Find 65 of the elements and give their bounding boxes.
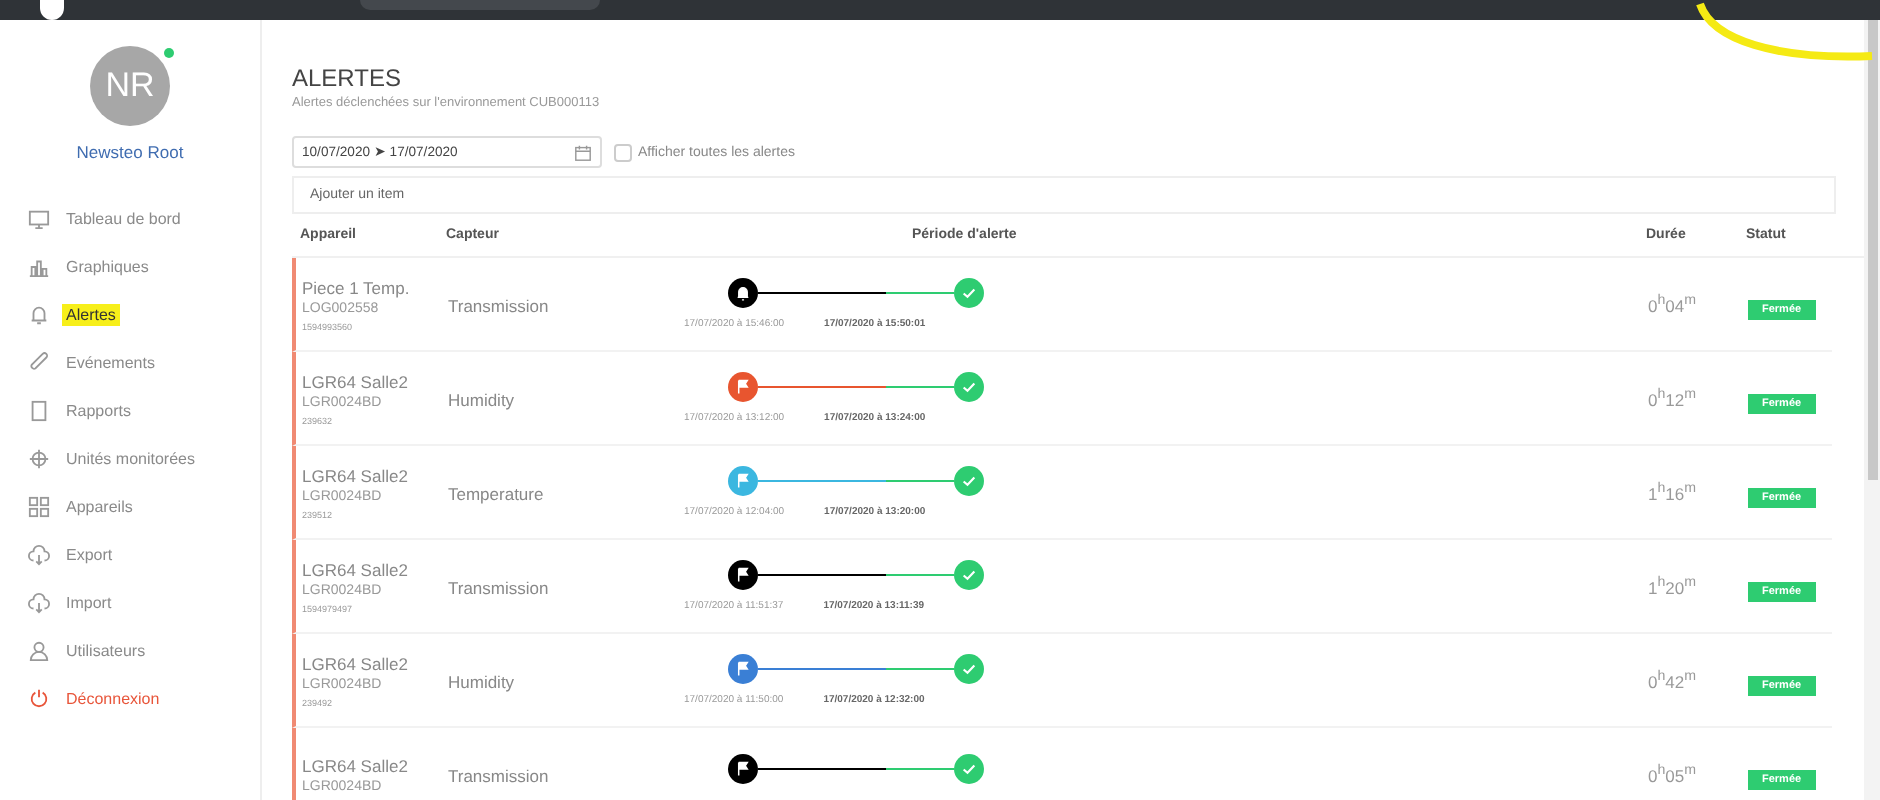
- clip-icon: [28, 351, 50, 373]
- resolved-line: [886, 767, 954, 771]
- sidebar-item[interactable]: Utilisateurs: [0, 626, 260, 674]
- avatar: NR: [90, 46, 170, 126]
- check-icon: [954, 654, 984, 684]
- sidebar-item[interactable]: Appareils: [0, 482, 260, 530]
- user-name[interactable]: Newsteo Root: [0, 142, 260, 162]
- duration: 1$^{h}$16$^{m}$: [1648, 484, 1697, 504]
- device-name: Piece 1 Temp.: [302, 277, 412, 297]
- sidebar-item[interactable]: Evénements: [0, 338, 260, 386]
- sensor-name: Transmission: [448, 296, 549, 316]
- sidebar-item[interactable]: Unités monitorées: [0, 434, 260, 482]
- sensor-name: Transmission: [448, 578, 549, 598]
- check-icon: [954, 560, 984, 590]
- cloud-icon: [28, 591, 50, 613]
- cloud-icon: [28, 543, 50, 565]
- user-icon: [28, 639, 50, 661]
- check-icon: [954, 278, 984, 308]
- alert-line: [758, 667, 886, 671]
- sidebar-item[interactable]: Import: [0, 578, 260, 626]
- show-all-checkbox[interactable]: [614, 143, 632, 161]
- doc-icon: [28, 399, 50, 421]
- duration: 0$^{h}$04$^{m}$: [1648, 296, 1697, 316]
- resolved-line: [886, 667, 954, 671]
- sidebar-item[interactable]: Graphiques: [0, 242, 260, 290]
- power-icon: [28, 687, 50, 709]
- alert-line: [758, 385, 886, 389]
- resolved-line: [886, 479, 954, 483]
- sensor-name: Transmission: [448, 766, 549, 786]
- sidebar-item[interactable]: Déconnexion: [0, 674, 260, 722]
- check-icon: [954, 372, 984, 402]
- sidebar-item[interactable]: Export: [0, 530, 260, 578]
- scrollbar-thumb[interactable]: [1867, 20, 1877, 480]
- chart-icon: [28, 255, 50, 277]
- monitor-icon: [28, 207, 50, 229]
- device-name: LGR64 Salle2: [302, 755, 410, 775]
- sensor-name: Temperature: [448, 484, 544, 504]
- device-name: LGR64 Salle2: [302, 371, 410, 391]
- alert-line: [758, 767, 886, 771]
- alert-line: [758, 291, 886, 295]
- duration: 0$^{h}$42$^{m}$: [1648, 672, 1697, 692]
- check-icon: [954, 466, 984, 496]
- resolved-line: [886, 385, 954, 389]
- grid-icon: [28, 495, 50, 517]
- bell-icon: [28, 303, 50, 325]
- calendar-icon: [574, 143, 592, 161]
- sidebar-item[interactable]: Alertes: [0, 290, 260, 338]
- resolved-line: [886, 573, 954, 577]
- duration: 0$^{h}$05$^{m}$: [1648, 766, 1697, 786]
- alert-line: [758, 479, 886, 483]
- sidebar-item[interactable]: Tableau de bord: [0, 194, 260, 242]
- device-name: LGR64 Salle2: [302, 559, 410, 579]
- page-title: ALERTES: [292, 64, 403, 92]
- duration: 1$^{h}$20$^{m}$: [1648, 578, 1697, 598]
- device-name: LGR64 Salle2: [302, 465, 410, 485]
- alert-line: [758, 573, 886, 577]
- duration: 0$^{h}$12$^{m}$: [1648, 390, 1697, 410]
- sidebar-item[interactable]: Rapports: [0, 386, 260, 434]
- target-icon: [28, 447, 50, 469]
- resolved-line: [886, 291, 954, 295]
- scrollbar[interactable]: [1864, 20, 1880, 800]
- device-name: LGR64 Salle2: [302, 653, 410, 673]
- check-icon: [954, 754, 984, 784]
- sensor-name: Humidity: [448, 672, 515, 692]
- sensor-name: Humidity: [448, 390, 515, 410]
